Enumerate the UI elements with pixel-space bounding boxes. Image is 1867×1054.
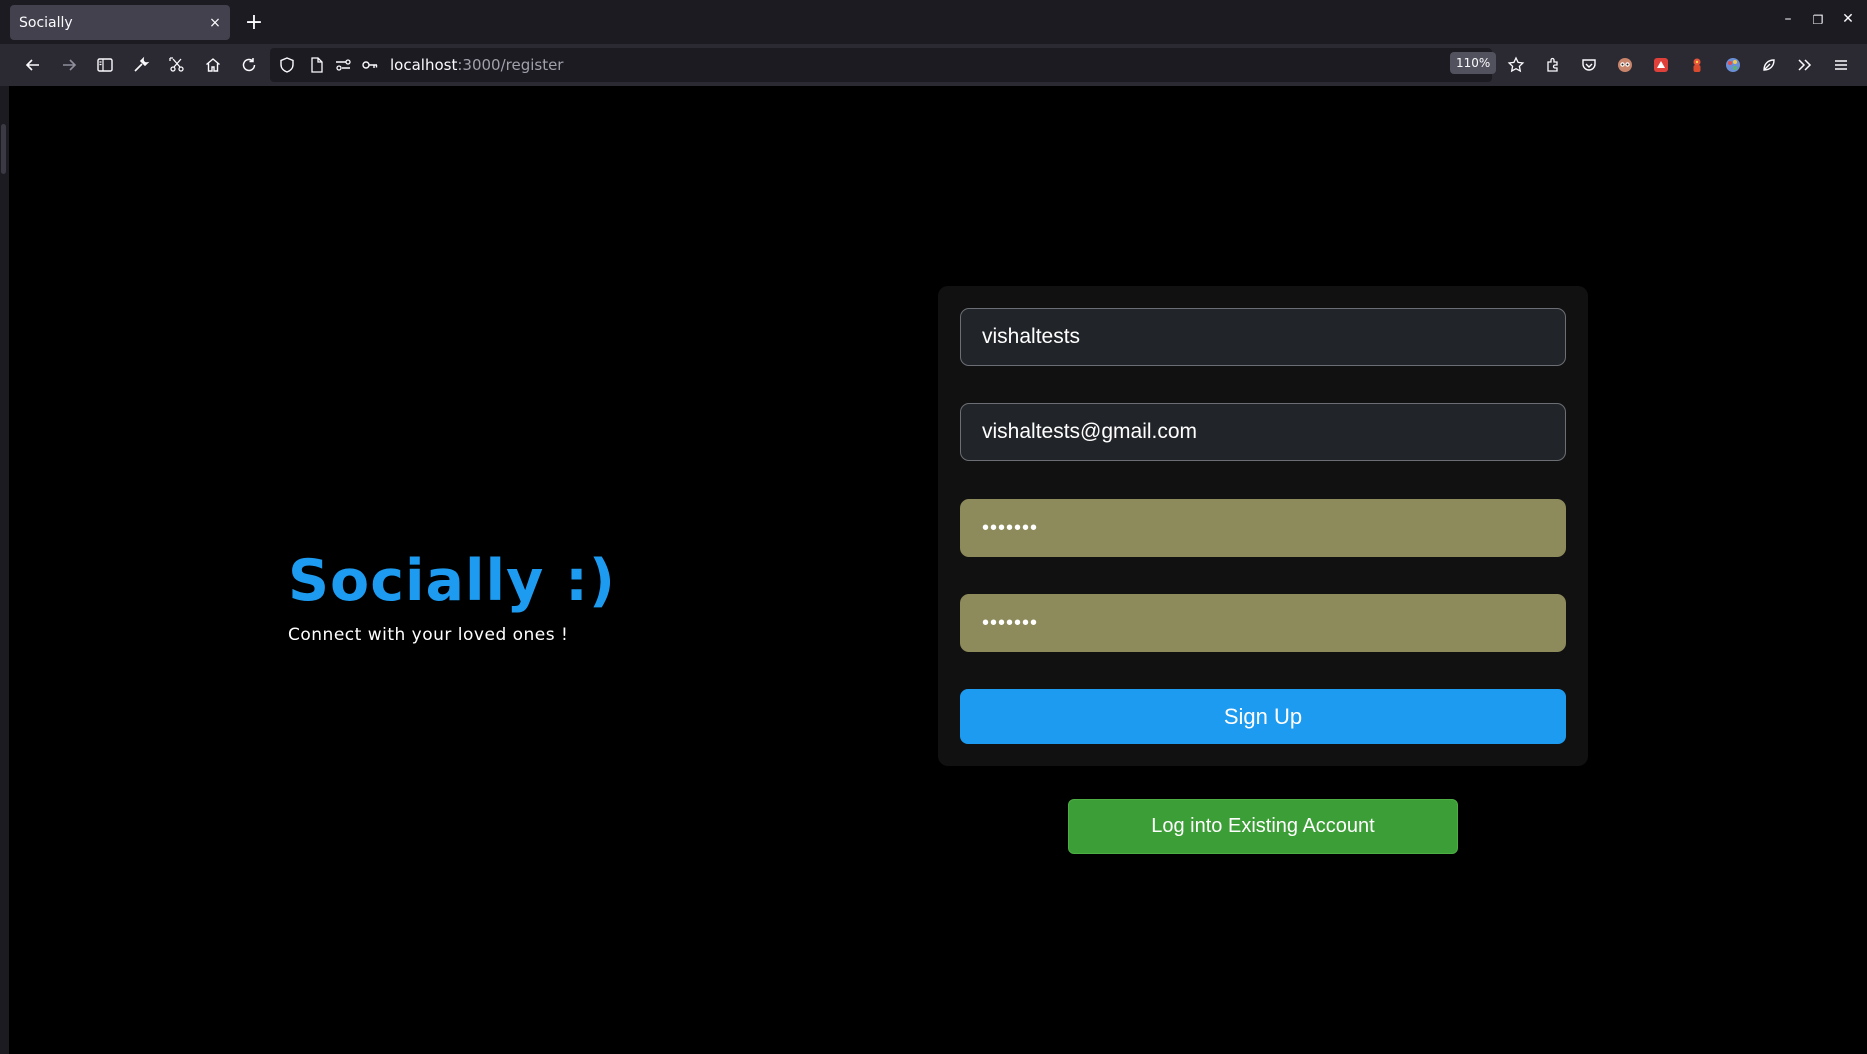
overflow-icon[interactable] <box>1793 53 1817 77</box>
window-close-icon[interactable]: ✕ <box>1838 11 1858 27</box>
home-icon[interactable] <box>201 53 225 77</box>
email-input[interactable]: vishaltests@gmail.com <box>960 403 1566 461</box>
pocket-icon[interactable] <box>1577 53 1601 77</box>
forward-icon[interactable] <box>57 53 81 77</box>
page-icon[interactable] <box>308 56 326 74</box>
screenshot-icon[interactable] <box>165 53 189 77</box>
tab-close-icon[interactable]: × <box>200 15 230 31</box>
url-host: localhost <box>390 56 458 74</box>
login-existing-button[interactable]: Log into Existing Account <box>1068 799 1458 854</box>
reload-icon[interactable] <box>237 53 261 77</box>
shield-icon[interactable] <box>278 56 296 74</box>
browser-tab[interactable]: Socially × <box>10 5 230 40</box>
extension-palette-icon[interactable] <box>1721 53 1745 77</box>
wrench-icon[interactable] <box>129 53 153 77</box>
key-icon[interactable] <box>361 56 379 74</box>
extension-owl-icon[interactable] <box>1613 53 1637 77</box>
brand-tagline: Connect with your loved ones ! <box>288 625 569 645</box>
back-icon[interactable] <box>21 53 45 77</box>
url-path: :3000/register <box>457 56 564 74</box>
new-tab-button[interactable]: + <box>244 10 264 36</box>
permissions-icon[interactable] <box>334 56 352 74</box>
password-input[interactable]: ••••••• <box>960 499 1566 557</box>
url-bar[interactable]: localhost:3000/register <box>270 48 1492 82</box>
brand-title: Socially :) <box>288 548 616 614</box>
nav-toolbar: localhost:3000/register <box>0 44 1867 86</box>
username-input[interactable]: vishaltests <box>960 308 1566 366</box>
sidebar-edge <box>0 86 9 1054</box>
tab-title: Socially <box>19 14 73 31</box>
extension-red-icon[interactable] <box>1649 53 1673 77</box>
zoom-level-badge[interactable]: 110% <box>1450 52 1497 74</box>
tab-strip: Socially × + – ❐ ✕ <box>0 0 1867 44</box>
star-icon[interactable] <box>1504 53 1528 77</box>
signup-button[interactable]: Sign Up <box>960 689 1566 744</box>
extension-character-icon[interactable] <box>1685 53 1709 77</box>
sidebar-handle[interactable] <box>1 124 6 174</box>
confirm-password-input[interactable]: ••••••• <box>960 594 1566 652</box>
extensions-icon[interactable] <box>1541 53 1565 77</box>
extension-leaf-icon[interactable] <box>1757 53 1781 77</box>
restore-icon[interactable]: ❐ <box>1808 13 1828 27</box>
register-card: vishaltests vishaltests@gmail.com ••••••… <box>938 286 1588 766</box>
sidebar-icon[interactable] <box>93 53 117 77</box>
url-text[interactable]: localhost:3000/register <box>390 56 563 74</box>
minimize-icon[interactable]: – <box>1778 11 1798 27</box>
menu-icon[interactable] <box>1829 53 1853 77</box>
